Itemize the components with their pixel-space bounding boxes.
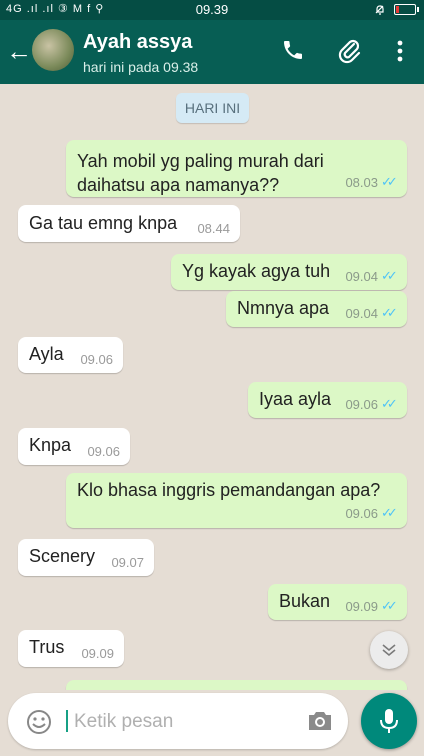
message-time: 09.07 [111,555,144,570]
contact-name[interactable]: Ayah assya [83,31,192,54]
message-time: 08.03 [345,174,378,190]
more-vert-icon[interactable] [396,40,404,62]
message-outgoing[interactable]: Nmnya apa 09.04 ✓✓ [226,291,407,327]
message-text: Trus [29,637,65,657]
read-ticks-icon: ✓✓ [381,268,398,283]
read-ticks-icon: ✓✓ [381,598,398,613]
message-incoming[interactable]: Ga tau emng knpa 08.44 [18,205,240,242]
message-time: 09.06 [80,352,113,367]
status-bar: 4G .ıl .ıl ③ M f ⚲ 09.39 [0,0,424,20]
message-text: Yah mobil yg paling murah dari daihatsu … [77,151,324,195]
back-arrow-icon[interactable]: ← [6,38,32,64]
message-composer [8,693,348,749]
message-text: Knpa [29,435,72,455]
read-ticks-icon: ✓✓ [381,174,398,189]
message-time: 09.09 [345,598,378,614]
message-incoming[interactable]: Ayla 09.06 [18,337,123,373]
status-time: 09.39 [195,2,229,17]
message-time: 09.06 [87,444,120,459]
message-outgoing[interactable]: Yah mobil yg paling murah dari daihatsu … [66,140,407,197]
message-time: 09.06 [345,505,378,521]
read-ticks-icon: ✓✓ [381,305,398,320]
paperclip-icon[interactable] [338,38,362,64]
avatar[interactable] [32,29,74,71]
message-text: Ga tau emng knpa [29,213,178,233]
status-right [373,3,419,16]
message-text: Iyaa ayla [259,389,332,409]
message-time: 08.44 [197,221,230,236]
message-outgoing[interactable]: Iyaa ayla 09.06 ✓✓ [248,382,407,418]
mic-button[interactable] [361,693,417,749]
message-outgoing-partial[interactable] [66,680,407,690]
message-text: Nmnya apa [237,298,330,318]
message-time: 09.04 [345,268,378,284]
message-time: 09.09 [81,646,114,661]
mic-icon [380,709,398,733]
read-ticks-icon: ✓✓ [381,505,398,520]
camera-icon[interactable] [306,709,334,733]
message-incoming[interactable]: Scenery 09.07 [18,539,154,576]
message-text: Yg kayak agya tuh [182,261,331,281]
message-incoming[interactable]: Knpa 09.06 [18,428,130,465]
message-outgoing[interactable]: Klo bhasa inggris pemandangan apa? 09.06… [66,473,407,528]
message-text: Bukan [279,591,331,611]
message-text: Scenery [29,546,96,566]
scroll-down-icon[interactable] [370,631,408,669]
battery-icon [394,4,419,15]
message-outgoing[interactable]: Bukan 09.09 ✓✓ [268,584,407,620]
message-text: Klo bhasa inggris pemandangan apa? [77,480,381,500]
last-seen: hari ini pada 09.38 [83,59,199,75]
text-cursor [66,710,68,732]
message-text: Ayla [29,344,64,364]
message-incoming[interactable]: Trus 09.09 [18,630,124,667]
message-time: 09.04 [345,305,378,321]
phone-icon[interactable] [281,38,305,62]
read-ticks-icon: ✓✓ [381,396,398,411]
message-outgoing[interactable]: Yg kayak agya tuh 09.04 ✓✓ [171,254,407,290]
message-list[interactable]: HARI INI Yah mobil yg paling murah dari … [0,84,424,690]
date-chip: HARI INI [176,93,249,123]
mute-icon [375,5,384,15]
message-time: 09.06 [345,396,378,412]
message-input[interactable] [72,705,306,739]
chat-header: ← Ayah assya hari ini pada 09.38 [0,20,424,84]
emoji-icon[interactable] [26,709,52,735]
